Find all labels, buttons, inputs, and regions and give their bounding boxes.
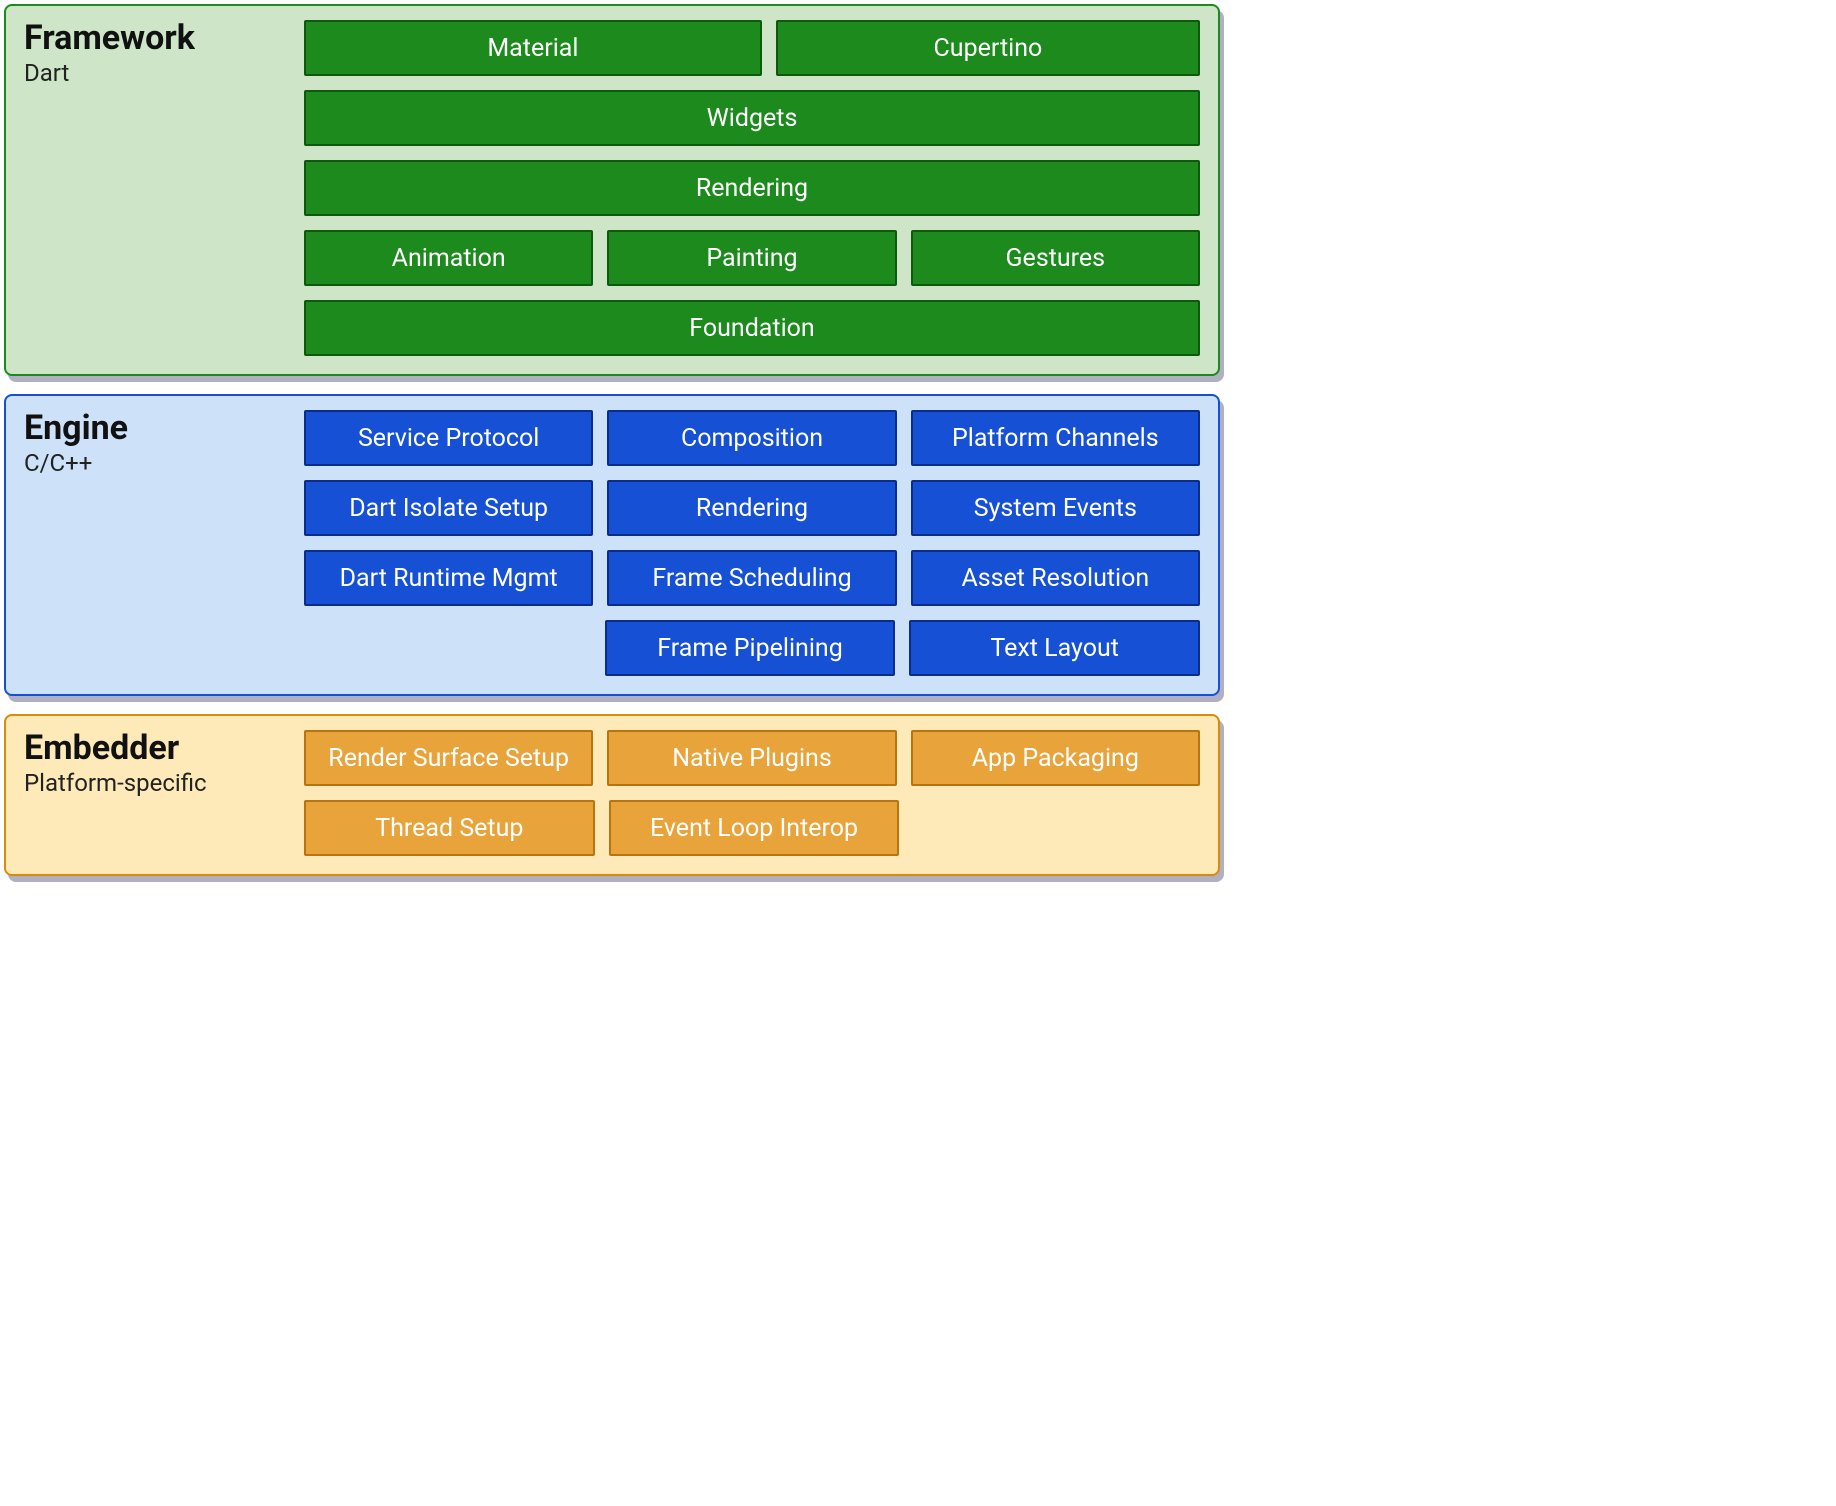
layer-row: Thread Setup Event Loop Interop — [304, 800, 1200, 856]
layer-row: Foundation — [304, 300, 1200, 356]
layer-row: Render Surface Setup Native Plugins App … — [304, 730, 1200, 786]
box-animation: Animation — [304, 230, 593, 286]
box-platform-channels: Platform Channels — [911, 410, 1200, 466]
layer-row: Frame Pipelining Text Layout — [304, 620, 1200, 676]
box-painting: Painting — [607, 230, 896, 286]
layer-row: Service Protocol Composition Platform Ch… — [304, 410, 1200, 466]
box-frame-scheduling: Frame Scheduling — [607, 550, 896, 606]
layer-header: Embedder Platform-specific — [24, 730, 304, 856]
layer-title: Framework — [24, 20, 294, 57]
box-asset-resolution: Asset Resolution — [911, 550, 1200, 606]
layer-header: Engine C/C++ — [24, 410, 304, 676]
box-gestures: Gestures — [911, 230, 1200, 286]
layer-subtitle: C/C++ — [24, 449, 294, 477]
box-system-events: System Events — [911, 480, 1200, 536]
box-app-packaging: App Packaging — [911, 730, 1200, 786]
box-frame-pipelining: Frame Pipelining — [605, 620, 896, 676]
layer-title: Engine — [24, 410, 294, 447]
box-event-loop-interop: Event Loop Interop — [609, 800, 900, 856]
box-cupertino: Cupertino — [776, 20, 1200, 76]
box-dart-runtime-mgmt: Dart Runtime Mgmt — [304, 550, 593, 606]
box-dart-isolate-setup: Dart Isolate Setup — [304, 480, 593, 536]
layer-row: Dart Isolate Setup Rendering System Even… — [304, 480, 1200, 536]
layer-row: Animation Painting Gestures — [304, 230, 1200, 286]
layer-header: Framework Dart — [24, 20, 304, 356]
layer-row: Dart Runtime Mgmt Frame Scheduling Asset… — [304, 550, 1200, 606]
layer-row: Material Cupertino — [304, 20, 1200, 76]
layer-row: Widgets — [304, 90, 1200, 146]
layer-content: Service Protocol Composition Platform Ch… — [304, 410, 1200, 676]
layer-engine: Engine C/C++ Service Protocol Compositio… — [4, 394, 1220, 696]
row-spacer — [913, 800, 1200, 856]
layer-embedder: Embedder Platform-specific Render Surfac… — [4, 714, 1220, 876]
layer-framework: Framework Dart Material Cupertino Widget… — [4, 4, 1220, 376]
box-render-surface-setup: Render Surface Setup — [304, 730, 593, 786]
layer-content: Render Surface Setup Native Plugins App … — [304, 730, 1200, 856]
box-thread-setup: Thread Setup — [304, 800, 595, 856]
layer-subtitle: Platform-specific — [24, 769, 294, 797]
box-rendering-engine: Rendering — [607, 480, 896, 536]
box-native-plugins: Native Plugins — [607, 730, 896, 786]
box-material: Material — [304, 20, 762, 76]
box-service-protocol: Service Protocol — [304, 410, 593, 466]
box-widgets: Widgets — [304, 90, 1200, 146]
box-foundation: Foundation — [304, 300, 1200, 356]
box-rendering: Rendering — [304, 160, 1200, 216]
layer-title: Embedder — [24, 730, 294, 767]
layer-content: Material Cupertino Widgets Rendering Ani… — [304, 20, 1200, 356]
layer-row: Rendering — [304, 160, 1200, 216]
layer-subtitle: Dart — [24, 59, 294, 87]
box-composition: Composition — [607, 410, 896, 466]
row-spacer — [304, 620, 591, 676]
box-text-layout: Text Layout — [909, 620, 1200, 676]
